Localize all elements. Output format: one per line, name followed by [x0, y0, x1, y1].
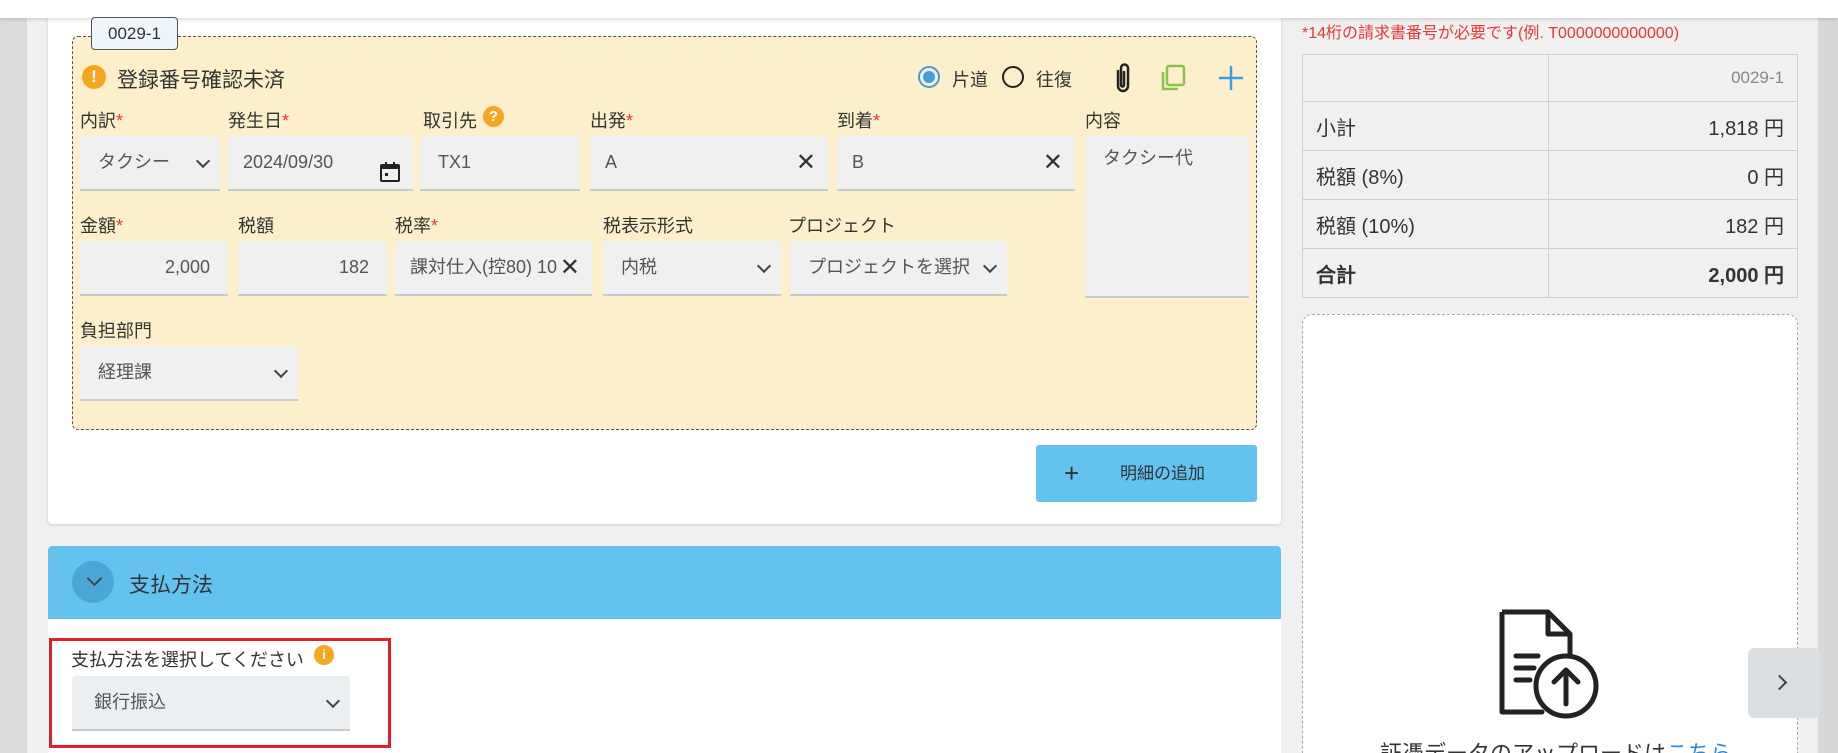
tax-rate-label: 税率*	[395, 216, 439, 236]
file-upload-icon	[1498, 608, 1602, 720]
top-bar	[0, 0, 1838, 18]
tax-format-select[interactable]: 内税	[603, 241, 781, 296]
tax-format-label: 税表示形式	[603, 216, 693, 236]
chevron-down-icon	[195, 153, 211, 169]
right-gutter	[1818, 0, 1838, 753]
one-way-radio[interactable]	[918, 66, 940, 88]
round-trip-label: 往復	[1036, 70, 1072, 90]
chevron-down-icon	[756, 258, 772, 274]
collapse-button[interactable]	[72, 561, 114, 603]
upload-text: 証憑データのアップロードはこちら	[1380, 736, 1732, 753]
chevron-down-icon	[273, 363, 289, 379]
payment-header[interactable]	[48, 546, 1281, 619]
tax-label: 税額	[238, 216, 274, 236]
add-icon[interactable]	[1217, 64, 1245, 92]
registration-status: 登録番号確認未済	[117, 69, 285, 92]
table-row: 0029-1	[1302, 54, 1798, 102]
chevron-down-icon	[982, 258, 998, 274]
help-icon[interactable]: ?	[483, 106, 504, 127]
department-label: 負担部門	[80, 321, 152, 341]
amount-input[interactable]: 2,000	[80, 241, 228, 296]
vendor-label: 取引先	[423, 111, 477, 131]
date-input[interactable]: 2024/09/30	[228, 136, 413, 191]
arrival-label: 到着*	[837, 111, 881, 131]
summary-label: 小計	[1302, 101, 1549, 151]
copy-icon[interactable]	[1158, 63, 1188, 93]
summary-label: 税額 (10%)	[1302, 199, 1549, 249]
category-label: 内訳*	[80, 111, 124, 131]
highlight-box	[49, 638, 391, 748]
chevron-down-icon	[86, 570, 103, 587]
upload-link[interactable]: こちら	[1666, 741, 1732, 753]
amount-label: 金額*	[80, 216, 124, 236]
tax-input[interactable]: 182	[238, 241, 387, 296]
arrival-input[interactable]: B ✕	[837, 136, 1075, 191]
chevron-right-icon	[1771, 674, 1788, 691]
table-row: 税額 (10%) 182 円	[1302, 199, 1798, 249]
content-textarea[interactable]: タクシー代	[1085, 136, 1249, 298]
table-row: 合計 2,000 円	[1302, 248, 1798, 298]
warning-icon: !	[82, 65, 106, 89]
summary-value: 182 円	[1548, 199, 1798, 249]
add-detail-label: 明細の追加	[1120, 464, 1205, 483]
summary-table: 0029-1 小計 1,818 円 税額 (8%) 0 円 税額 (10%) 1…	[1302, 54, 1798, 298]
plus-icon: +	[1064, 458, 1080, 488]
content-label: 内容	[1085, 111, 1121, 131]
total-label: 合計	[1302, 248, 1549, 298]
date-label: 発生日*	[228, 111, 290, 131]
summary-header: 0029-1	[1548, 54, 1798, 102]
one-way-label: 片道	[952, 70, 988, 90]
project-label: プロジェクト	[788, 216, 896, 236]
category-select[interactable]: タクシー	[80, 136, 220, 191]
payment-title: 支払方法	[129, 574, 213, 597]
summary-label: 税額 (8%)	[1302, 150, 1549, 200]
round-trip-radio[interactable]	[1002, 66, 1024, 88]
next-button[interactable]	[1748, 648, 1820, 718]
left-gutter	[0, 0, 27, 753]
table-row: 小計 1,818 円	[1302, 101, 1798, 151]
summary-value: 1,818 円	[1548, 101, 1798, 151]
departure-input[interactable]: A ✕	[590, 136, 828, 191]
add-detail-button[interactable]: + 明細の追加	[1036, 445, 1257, 502]
summary-value: 0 円	[1548, 150, 1798, 200]
vendor-input[interactable]: TX1	[420, 136, 580, 191]
clear-icon[interactable]: ✕	[559, 253, 580, 283]
tax-rate-select[interactable]: 課対仕入(控80) 10 ✕	[395, 241, 592, 296]
table-row: 税額 (8%) 0 円	[1302, 150, 1798, 200]
clear-icon[interactable]: ✕	[796, 148, 816, 178]
project-select[interactable]: プロジェクトを選択	[790, 241, 1007, 296]
detail-id-tag: 0029-1	[91, 17, 178, 50]
clear-icon[interactable]: ✕	[1043, 148, 1063, 178]
paperclip-icon[interactable]	[1110, 61, 1136, 95]
total-value: 2,000 円	[1548, 248, 1798, 298]
invoice-number-notice: *14桁の請求書番号が必要です(例. T0000000000000)	[1302, 25, 1680, 42]
departure-label: 出発*	[590, 111, 634, 131]
calendar-icon[interactable]	[379, 151, 401, 182]
department-select[interactable]: 経理課	[80, 346, 298, 401]
